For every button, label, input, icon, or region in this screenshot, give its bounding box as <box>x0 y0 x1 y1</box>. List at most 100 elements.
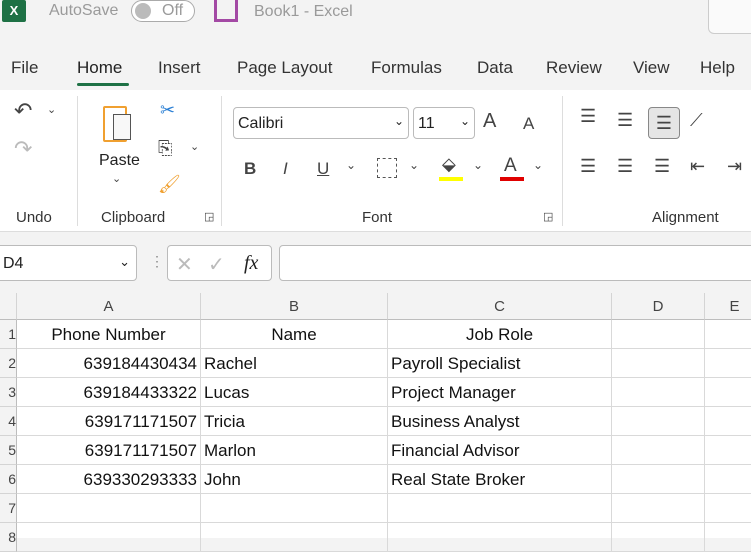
formula-input[interactable] <box>279 245 751 281</box>
name-box[interactable]: D4 ⌄ <box>0 245 137 281</box>
cut-icon[interactable]: ✂ <box>160 100 175 121</box>
tab-review[interactable]: Review <box>546 58 602 78</box>
cell[interactable]: Phone Number <box>17 320 201 349</box>
cell[interactable]: 639330293333 <box>17 465 201 494</box>
font-name-select[interactable]: Calibri ⌄ <box>233 107 409 139</box>
column-header-e[interactable]: E <box>705 293 751 320</box>
row-header[interactable]: 7 <box>0 494 17 523</box>
cell[interactable]: Business Analyst <box>388 407 612 436</box>
save-icon[interactable] <box>214 0 238 22</box>
cell[interactable]: Financial Advisor <box>388 436 612 465</box>
insert-function-icon[interactable]: fx <box>244 252 258 275</box>
tab-insert[interactable]: Insert <box>158 58 201 78</box>
column-header-b[interactable]: B <box>201 293 388 320</box>
borders-icon[interactable] <box>377 158 397 178</box>
redo-icon[interactable]: ↷ <box>14 136 32 162</box>
cell[interactable]: 639184433322 <box>17 378 201 407</box>
enter-icon[interactable]: ✓ <box>208 252 225 277</box>
cell[interactable]: Real State Broker <box>388 465 612 494</box>
italic-button[interactable]: I <box>283 159 288 179</box>
cell[interactable]: 639184430434 <box>17 349 201 378</box>
row-header[interactable]: 1 <box>0 320 17 349</box>
cell[interactable] <box>388 494 612 523</box>
cell[interactable] <box>705 436 751 465</box>
row-header[interactable]: 4 <box>0 407 17 436</box>
font-color-icon[interactable]: A <box>504 155 517 177</box>
decrease-indent-icon[interactable]: ⇤ <box>690 156 705 177</box>
cell[interactable]: Job Role <box>388 320 612 349</box>
copy-icon[interactable]: ⎘ <box>158 138 172 159</box>
cell[interactable]: John <box>201 465 388 494</box>
cell[interactable]: Payroll Specialist <box>388 349 612 378</box>
borders-dropdown-icon[interactable]: ⌄ <box>409 158 419 172</box>
align-right-icon[interactable]: ☰ <box>654 156 670 177</box>
cell[interactable] <box>705 349 751 378</box>
cell[interactable] <box>705 320 751 349</box>
underline-button[interactable]: U <box>317 159 329 179</box>
undo-icon[interactable]: ↶ <box>14 98 32 124</box>
row-header[interactable]: 2 <box>0 349 17 378</box>
cell[interactable]: Rachel <box>201 349 388 378</box>
paste-icon[interactable] <box>103 106 131 142</box>
row-header[interactable]: 6 <box>0 465 17 494</box>
tab-help[interactable]: Help <box>700 58 735 78</box>
font-color-dropdown-icon[interactable]: ⌄ <box>533 158 543 172</box>
cell[interactable]: Tricia <box>201 407 388 436</box>
column-header-d[interactable]: D <box>612 293 705 320</box>
cell[interactable] <box>612 465 705 494</box>
align-left-icon[interactable]: ☰ <box>580 156 596 177</box>
font-launcher-icon[interactable]: ◲ <box>543 210 553 223</box>
cell[interactable] <box>705 378 751 407</box>
cell[interactable] <box>612 320 705 349</box>
cell[interactable] <box>705 494 751 523</box>
align-middle-icon[interactable]: ☰ <box>617 110 633 131</box>
increase-font-size-button[interactable]: A <box>483 110 496 133</box>
more-options-icon[interactable]: ⋮ <box>150 253 164 270</box>
tab-page-layout[interactable]: Page Layout <box>237 58 332 78</box>
tab-data[interactable]: Data <box>477 58 513 78</box>
underline-dropdown-icon[interactable]: ⌄ <box>346 158 356 172</box>
cell[interactable]: 639171171507 <box>17 436 201 465</box>
column-header-a[interactable]: A <box>17 293 201 320</box>
autosave-toggle[interactable]: Off <box>131 0 195 22</box>
tab-home[interactable]: Home <box>77 58 122 78</box>
tab-file[interactable]: File <box>11 58 38 78</box>
tab-view[interactable]: View <box>633 58 670 78</box>
select-all-corner[interactable] <box>0 293 17 320</box>
cell[interactable]: Name <box>201 320 388 349</box>
cell[interactable] <box>612 494 705 523</box>
cell[interactable] <box>612 349 705 378</box>
cell[interactable]: Marlon <box>201 436 388 465</box>
orientation-icon[interactable]: ⟋ <box>690 110 703 131</box>
cell[interactable]: 639171171507 <box>17 407 201 436</box>
copy-dropdown-icon[interactable]: ⌄ <box>190 140 199 153</box>
column-header-c[interactable]: C <box>388 293 612 320</box>
decrease-font-size-button[interactable]: A <box>523 114 534 134</box>
cell[interactable] <box>612 378 705 407</box>
align-center-icon[interactable]: ☰ <box>617 156 633 177</box>
bold-button[interactable]: B <box>244 159 256 179</box>
paste-button[interactable]: Paste <box>99 152 140 170</box>
undo-dropdown-icon[interactable]: ⌄ <box>47 103 56 116</box>
fill-color-icon[interactable]: ⬙ <box>442 154 456 175</box>
cell[interactable] <box>612 407 705 436</box>
fill-dropdown-icon[interactable]: ⌄ <box>473 158 483 172</box>
cell[interactable] <box>17 494 201 523</box>
tab-formulas[interactable]: Formulas <box>371 58 442 78</box>
cell[interactable] <box>612 436 705 465</box>
search-box[interactable] <box>708 0 751 34</box>
cell[interactable] <box>705 407 751 436</box>
increase-indent-icon[interactable]: ⇥ <box>727 156 742 177</box>
cell[interactable]: Lucas <box>201 378 388 407</box>
align-bottom-icon[interactable]: ☰ <box>648 107 680 139</box>
cell[interactable] <box>201 494 388 523</box>
format-painter-icon[interactable]: 🖌 <box>158 174 181 195</box>
cell[interactable]: Project Manager <box>388 378 612 407</box>
font-size-select[interactable]: 11 ⌄ <box>413 107 475 139</box>
cancel-icon[interactable]: ✕ <box>176 252 193 277</box>
paste-dropdown-icon[interactable]: ⌄ <box>112 172 121 185</box>
align-top-icon[interactable]: ☰ <box>580 106 596 127</box>
row-header[interactable]: 5 <box>0 436 17 465</box>
clipboard-launcher-icon[interactable]: ◲ <box>204 210 214 223</box>
row-header[interactable]: 3 <box>0 378 17 407</box>
